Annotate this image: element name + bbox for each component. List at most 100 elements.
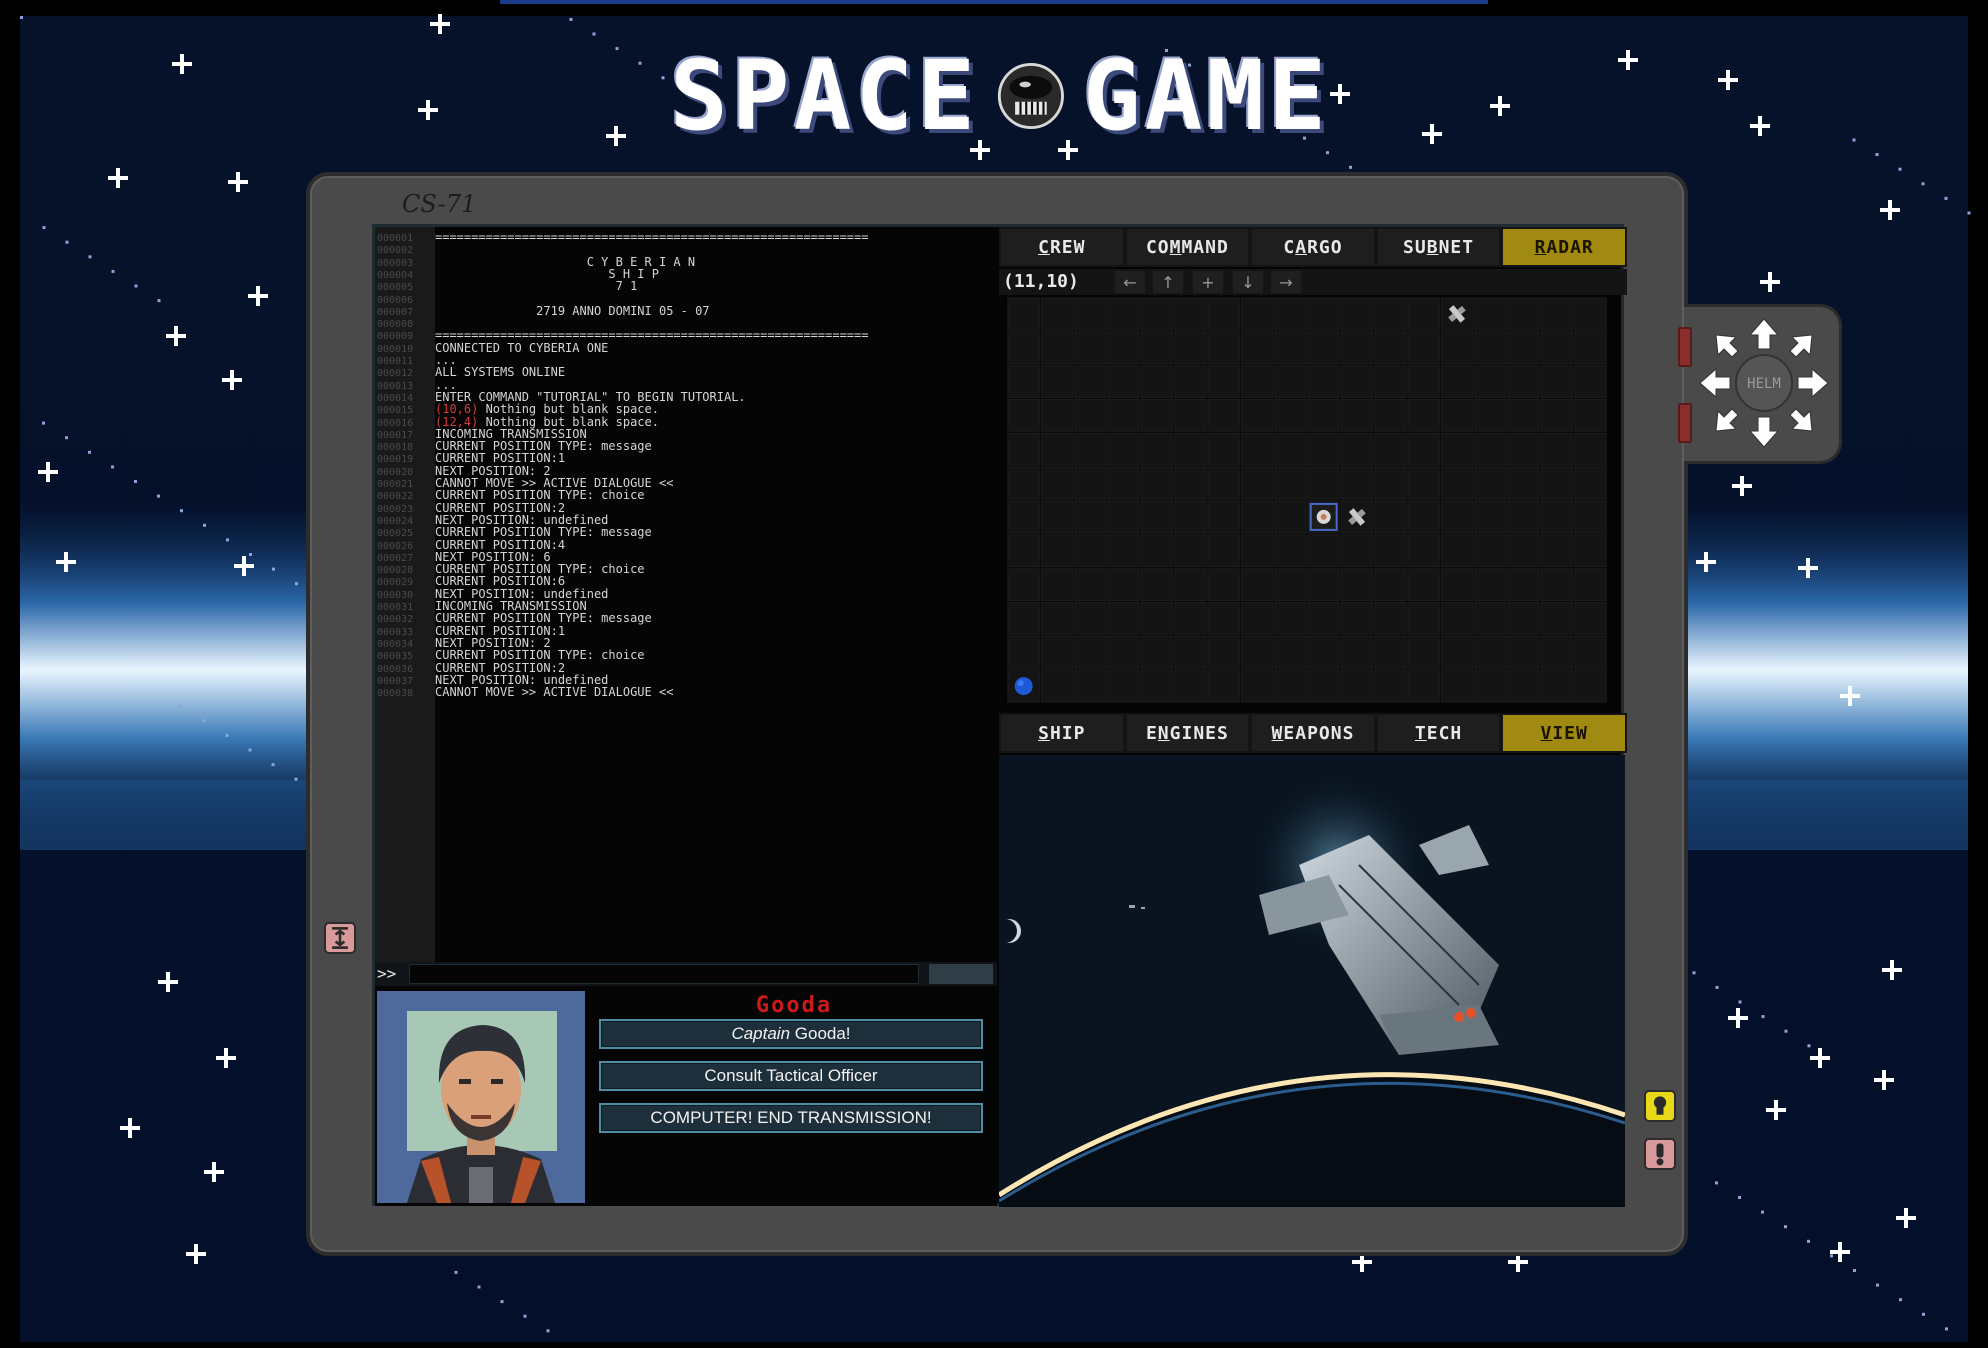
radar-cell[interactable]: [1407, 399, 1440, 432]
radar-cell[interactable]: [1474, 432, 1507, 466]
radar-cell[interactable]: [1374, 365, 1407, 398]
radar-cell[interactable]: [1307, 365, 1340, 398]
radar-cell[interactable]: [1407, 331, 1440, 365]
radar-cell[interactable]: [1474, 297, 1507, 331]
radar-cell[interactable]: [1240, 568, 1274, 601]
tab-command[interactable]: COMMAND: [1126, 229, 1249, 265]
radar-cell[interactable]: [1340, 602, 1374, 635]
radar-cell[interactable]: [1207, 534, 1240, 568]
radar-cell[interactable]: [1140, 331, 1174, 365]
radar-cell[interactable]: [1274, 466, 1307, 500]
radar-cell[interactable]: [1507, 568, 1540, 601]
radar-cell[interactable]: [1407, 635, 1440, 669]
radar-cell[interactable]: [1507, 432, 1540, 466]
radar-cell[interactable]: [1574, 399, 1607, 432]
radar-down-button[interactable]: ↓: [1233, 271, 1263, 293]
radar-cell[interactable]: [1340, 432, 1374, 466]
radar-cell[interactable]: [1340, 297, 1374, 331]
radar-cell[interactable]: [1440, 669, 1474, 703]
radar-cell[interactable]: [1540, 432, 1574, 466]
radar-cell[interactable]: [1140, 602, 1174, 635]
planet-marker[interactable]: [1014, 677, 1033, 696]
radar-cell[interactable]: [1040, 500, 1074, 534]
radar-cell[interactable]: [1407, 432, 1440, 466]
radar-cell[interactable]: [1074, 602, 1107, 635]
radar-cell[interactable]: [1440, 432, 1474, 466]
radar-cell[interactable]: [1307, 399, 1340, 432]
radar-cell[interactable]: [1074, 331, 1107, 365]
radar-cell[interactable]: [1440, 331, 1474, 365]
radar-cell[interactable]: [1440, 602, 1474, 635]
radar-cell[interactable]: [1074, 568, 1107, 601]
radar-cell[interactable]: [1340, 331, 1374, 365]
radar-cell[interactable]: [1207, 669, 1240, 703]
radar-cell[interactable]: [1140, 500, 1174, 534]
radar-cell[interactable]: [1240, 500, 1274, 534]
radar-cell[interactable]: [1574, 669, 1607, 703]
helm-down-left-arrow-icon[interactable]: [1715, 408, 1739, 432]
radar-cell[interactable]: [1140, 466, 1174, 500]
helm-up-right-arrow-icon[interactable]: [1789, 334, 1813, 358]
tab-view[interactable]: VIEW: [1503, 715, 1625, 751]
tab-weapons[interactable]: WEAPONS: [1252, 715, 1374, 751]
radar-cell[interactable]: [1240, 602, 1274, 635]
radar-cell[interactable]: [1507, 466, 1540, 500]
radar-cell[interactable]: [1340, 399, 1374, 432]
radar-cell[interactable]: [1207, 602, 1240, 635]
radar-cell[interactable]: [1507, 534, 1540, 568]
radar-cell[interactable]: [1307, 635, 1340, 669]
radar-cell[interactable]: [1174, 297, 1207, 331]
radar-cell[interactable]: [1274, 297, 1307, 331]
radar-cell[interactable]: [1374, 399, 1407, 432]
radar-cell[interactable]: [1174, 432, 1207, 466]
radar-cell[interactable]: [1207, 568, 1240, 601]
radar-cell[interactable]: [1074, 669, 1107, 703]
radar-cell[interactable]: [1374, 500, 1407, 534]
radar-cell[interactable]: [1574, 432, 1607, 466]
radar-cell[interactable]: [1140, 635, 1174, 669]
radar-cell[interactable]: [1207, 297, 1240, 331]
radar-cell[interactable]: [1274, 669, 1307, 703]
tab-subnet[interactable]: SUBNET: [1377, 229, 1500, 265]
radar-cell[interactable]: [1274, 534, 1307, 568]
radar-cell[interactable]: [1074, 500, 1107, 534]
radar-cell[interactable]: [1474, 635, 1507, 669]
radar-cell[interactable]: [1207, 331, 1240, 365]
radar-cell[interactable]: [1374, 331, 1407, 365]
command-input[interactable]: [409, 964, 919, 984]
radar-cell[interactable]: [1307, 602, 1340, 635]
tab-radar[interactable]: RADAR: [1503, 229, 1625, 265]
radar-cell[interactable]: [1307, 432, 1340, 466]
hint-button[interactable]: [1644, 1090, 1676, 1122]
radar-cell[interactable]: [1007, 534, 1040, 568]
radar-cell[interactable]: [1107, 568, 1140, 601]
radar-cell[interactable]: [1407, 568, 1440, 601]
radar-right-button[interactable]: →: [1271, 271, 1301, 293]
radar-cell[interactable]: [1140, 669, 1174, 703]
radar-cell[interactable]: [1007, 568, 1040, 601]
radar-cell[interactable]: [1074, 297, 1107, 331]
tab-engines[interactable]: ENGINES: [1126, 715, 1249, 751]
choice-button-end-transmission[interactable]: COMPUTER! END TRANSMISSION!: [599, 1103, 983, 1133]
radar-cell[interactable]: [1174, 568, 1207, 601]
radar-cell[interactable]: [1340, 534, 1374, 568]
radar-cell[interactable]: [1474, 534, 1507, 568]
radar-cell[interactable]: [1207, 399, 1240, 432]
radar-cell[interactable]: [1574, 331, 1607, 365]
radar-cell[interactable]: [1207, 466, 1240, 500]
radar-cell[interactable]: [1007, 500, 1040, 534]
tab-cargo[interactable]: CARGO: [1252, 229, 1374, 265]
radar-cell[interactable]: [1174, 635, 1207, 669]
radar-cell[interactable]: [1474, 466, 1507, 500]
radar-cell[interactable]: [1240, 669, 1274, 703]
radar-cell[interactable]: [1007, 297, 1040, 331]
radar-cell[interactable]: [1274, 568, 1307, 601]
radar-cell[interactable]: [1540, 534, 1574, 568]
radar-cell[interactable]: [1207, 500, 1240, 534]
radar-cell[interactable]: [1107, 432, 1140, 466]
radar-center-button[interactable]: +: [1193, 271, 1223, 293]
radar-cell[interactable]: [1040, 669, 1074, 703]
radar-cell[interactable]: [1207, 432, 1240, 466]
radar-cell[interactable]: [1107, 297, 1140, 331]
radar-cell[interactable]: [1507, 669, 1540, 703]
